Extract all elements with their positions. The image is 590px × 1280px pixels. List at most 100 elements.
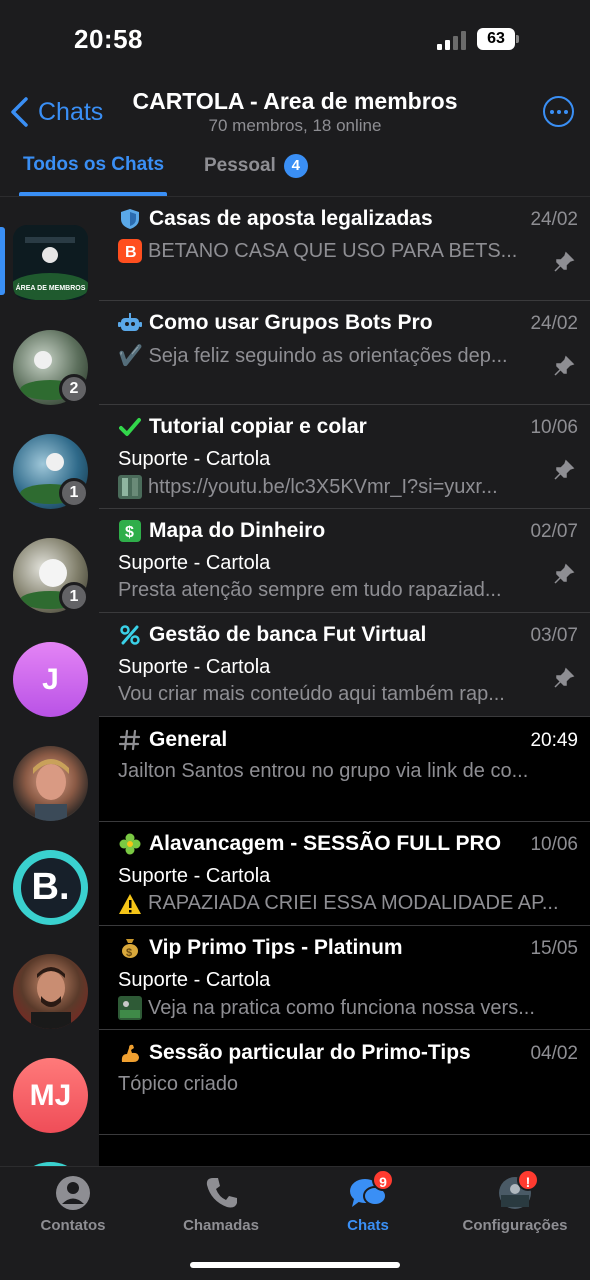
battery-level: 63 bbox=[477, 28, 515, 50]
betano-icon: B bbox=[118, 239, 142, 263]
topic-preview: RAPAZIADA CRIEI ESSA MODALIDADE AP... bbox=[148, 892, 558, 914]
group-title[interactable]: CARTOLA - Area de membros bbox=[0, 88, 590, 115]
phone-icon bbox=[201, 1175, 241, 1211]
svg-text:$: $ bbox=[125, 524, 134, 541]
avatar-initials: MJ bbox=[29, 1078, 72, 1112]
topic-date: 24/02 bbox=[530, 313, 578, 334]
chat-bubbles-icon: 9 bbox=[348, 1169, 394, 1211]
avatar-vip-primo[interactable] bbox=[13, 954, 88, 1029]
topic-title: General bbox=[149, 728, 228, 751]
person-photo-image bbox=[31, 967, 71, 1029]
money-bag-icon: $ bbox=[118, 936, 142, 960]
topic-avatar-rail: ÁREA DE MEMBROS 2 1 1 J B. MJ bbox=[0, 197, 99, 1237]
topic-row[interactable]: $ Mapa do Dinheiro 02/07 Suporte - Carto… bbox=[99, 509, 590, 613]
topic-preview: Tópico criado bbox=[118, 1073, 239, 1095]
image-thumb-icon bbox=[118, 996, 142, 1020]
topic-title: Casas de aposta legalizadas bbox=[149, 207, 433, 230]
clover-icon bbox=[118, 832, 142, 856]
green-check-icon bbox=[118, 415, 142, 439]
robot-icon bbox=[118, 311, 142, 335]
topic-date: 10/06 bbox=[530, 834, 578, 855]
status-bar: 20:58 63 bbox=[0, 0, 590, 80]
topic-sender: Suporte - Cartola bbox=[118, 656, 271, 678]
tab-personal[interactable]: Pessoal 4 bbox=[204, 154, 308, 178]
video-thumb-icon bbox=[118, 475, 142, 499]
avatar-sessao-particular[interactable]: MJ bbox=[13, 1058, 88, 1133]
unread-count-badge: 1 bbox=[59, 478, 89, 508]
more-options-button[interactable] bbox=[543, 96, 574, 127]
topic-sender: Suporte - Cartola bbox=[118, 969, 271, 991]
topic-preview: Vou criar mais conteúdo aqui também rap.… bbox=[118, 683, 505, 705]
topic-row[interactable]: Gestão de banca Fut Virtual 03/07 Suport… bbox=[99, 613, 590, 717]
tab-contacts-label: Contatos bbox=[40, 1217, 106, 1234]
status-time: 20:58 bbox=[74, 24, 143, 54]
svg-text:$: $ bbox=[126, 947, 132, 959]
ellipsis-icon bbox=[549, 109, 554, 114]
pin-icon bbox=[554, 251, 575, 272]
topic-preview: BETANO CASA QUE USO PARA BETS... bbox=[148, 239, 518, 262]
avatar-area-membros[interactable]: ÁREA DE MEMBROS bbox=[13, 225, 88, 300]
topic-sender: Suporte - Cartola bbox=[118, 448, 271, 470]
topic-row[interactable]: Sessão particular do Primo-Tips 04/02 Tó… bbox=[99, 1031, 590, 1135]
group-subtitle: 70 membros, 18 online bbox=[208, 116, 382, 135]
person-icon bbox=[53, 1175, 93, 1211]
topic-row[interactable]: Alavancagem - SESSÃO FULL PRO 10/06 Supo… bbox=[99, 822, 590, 926]
topic-date: 03/07 bbox=[530, 625, 578, 646]
avatar-caption: ÁREA DE MEMBROS bbox=[15, 285, 86, 292]
topic-row[interactable]: $ Vip Primo Tips - Platinum 15/05 Suport… bbox=[99, 926, 590, 1030]
topic-title: Gestão de banca Fut Virtual bbox=[149, 623, 427, 646]
shield-icon bbox=[118, 207, 142, 231]
topic-row[interactable]: Tutorial copiar e colar 10/06 Suporte - … bbox=[99, 405, 590, 509]
tab-settings[interactable]: ! Configurações bbox=[450, 1169, 580, 1234]
tab-chats[interactable]: 9 Chats bbox=[303, 1169, 433, 1234]
topic-row[interactable]: Como usar Grupos Bots Pro 24/02 ✔️ Seja … bbox=[99, 301, 590, 405]
tab-all-chats[interactable]: Todos os Chats bbox=[23, 154, 164, 176]
tab-chats-label: Chats bbox=[347, 1217, 389, 1234]
profile-photo-icon: ! bbox=[495, 1169, 539, 1211]
topic-row[interactable]: General 20:49 Jailton Santos entrou no g… bbox=[99, 718, 590, 822]
unread-count-badge: 2 bbox=[59, 374, 89, 404]
dollar-icon: $ bbox=[118, 519, 142, 543]
topic-preview: Presta atenção sempre em tudo rapaziad..… bbox=[118, 579, 502, 601]
settings-alert-badge: ! bbox=[517, 1169, 539, 1191]
avatar-initial: J bbox=[42, 662, 59, 696]
avatar-gestao-banca[interactable]: J bbox=[13, 642, 88, 717]
pin-icon bbox=[554, 355, 575, 376]
svg-text:B: B bbox=[125, 244, 137, 261]
topic-date: 02/07 bbox=[530, 521, 578, 542]
pin-icon bbox=[554, 563, 575, 584]
cellular-signal-icon bbox=[437, 30, 469, 50]
topic-title: Sessão particular do Primo-Tips bbox=[149, 1041, 471, 1064]
unread-count-badge: 1 bbox=[59, 582, 89, 612]
avatar-general[interactable] bbox=[13, 746, 88, 821]
topic-date: 24/02 bbox=[530, 209, 578, 230]
topic-title: Vip Primo Tips - Platinum bbox=[149, 936, 403, 959]
topic-title: Alavancagem - SESSÃO FULL PRO bbox=[149, 832, 502, 855]
hash-icon bbox=[118, 728, 142, 752]
topic-date: 15/05 bbox=[530, 938, 578, 959]
topic-preview: Jailton Santos entrou no grupo via link … bbox=[118, 760, 529, 782]
tab-calls-label: Chamadas bbox=[183, 1217, 259, 1234]
topic-row[interactable]: Casas de aposta legalizadas 24/02 B BETA… bbox=[99, 197, 590, 301]
flexed-arm-icon bbox=[118, 1041, 142, 1065]
brand-logo: B. bbox=[20, 857, 81, 918]
tab-personal-label: Pessoal bbox=[204, 155, 276, 176]
tab-calls[interactable]: Chamadas bbox=[156, 1175, 286, 1234]
topic-date: 04/02 bbox=[530, 1043, 578, 1064]
selected-indicator bbox=[0, 227, 5, 295]
avatar-alavancagem[interactable]: B. bbox=[13, 850, 88, 925]
chats-badge: 9 bbox=[372, 1169, 394, 1191]
percent-icon bbox=[118, 623, 142, 647]
tab-settings-label: Configurações bbox=[462, 1217, 568, 1234]
folder-tabs: Todos os Chats Pessoal 4 bbox=[0, 146, 590, 197]
topic-date: 20:49 bbox=[530, 730, 578, 751]
tab-contacts[interactable]: Contatos bbox=[8, 1175, 138, 1234]
pin-icon bbox=[554, 667, 575, 688]
tab-all-chats-label: Todos os Chats bbox=[23, 154, 165, 175]
topic-preview: https://youtu.be/lc3X5KVmr_I?si=yuxr... bbox=[148, 475, 498, 498]
tab-personal-badge: 4 bbox=[283, 154, 308, 178]
person-photo-image bbox=[33, 759, 69, 821]
topic-date: 10/06 bbox=[530, 417, 578, 438]
warning-icon bbox=[118, 893, 142, 915]
chat-header: Chats CARTOLA - Area de membros 70 membr… bbox=[0, 80, 590, 146]
